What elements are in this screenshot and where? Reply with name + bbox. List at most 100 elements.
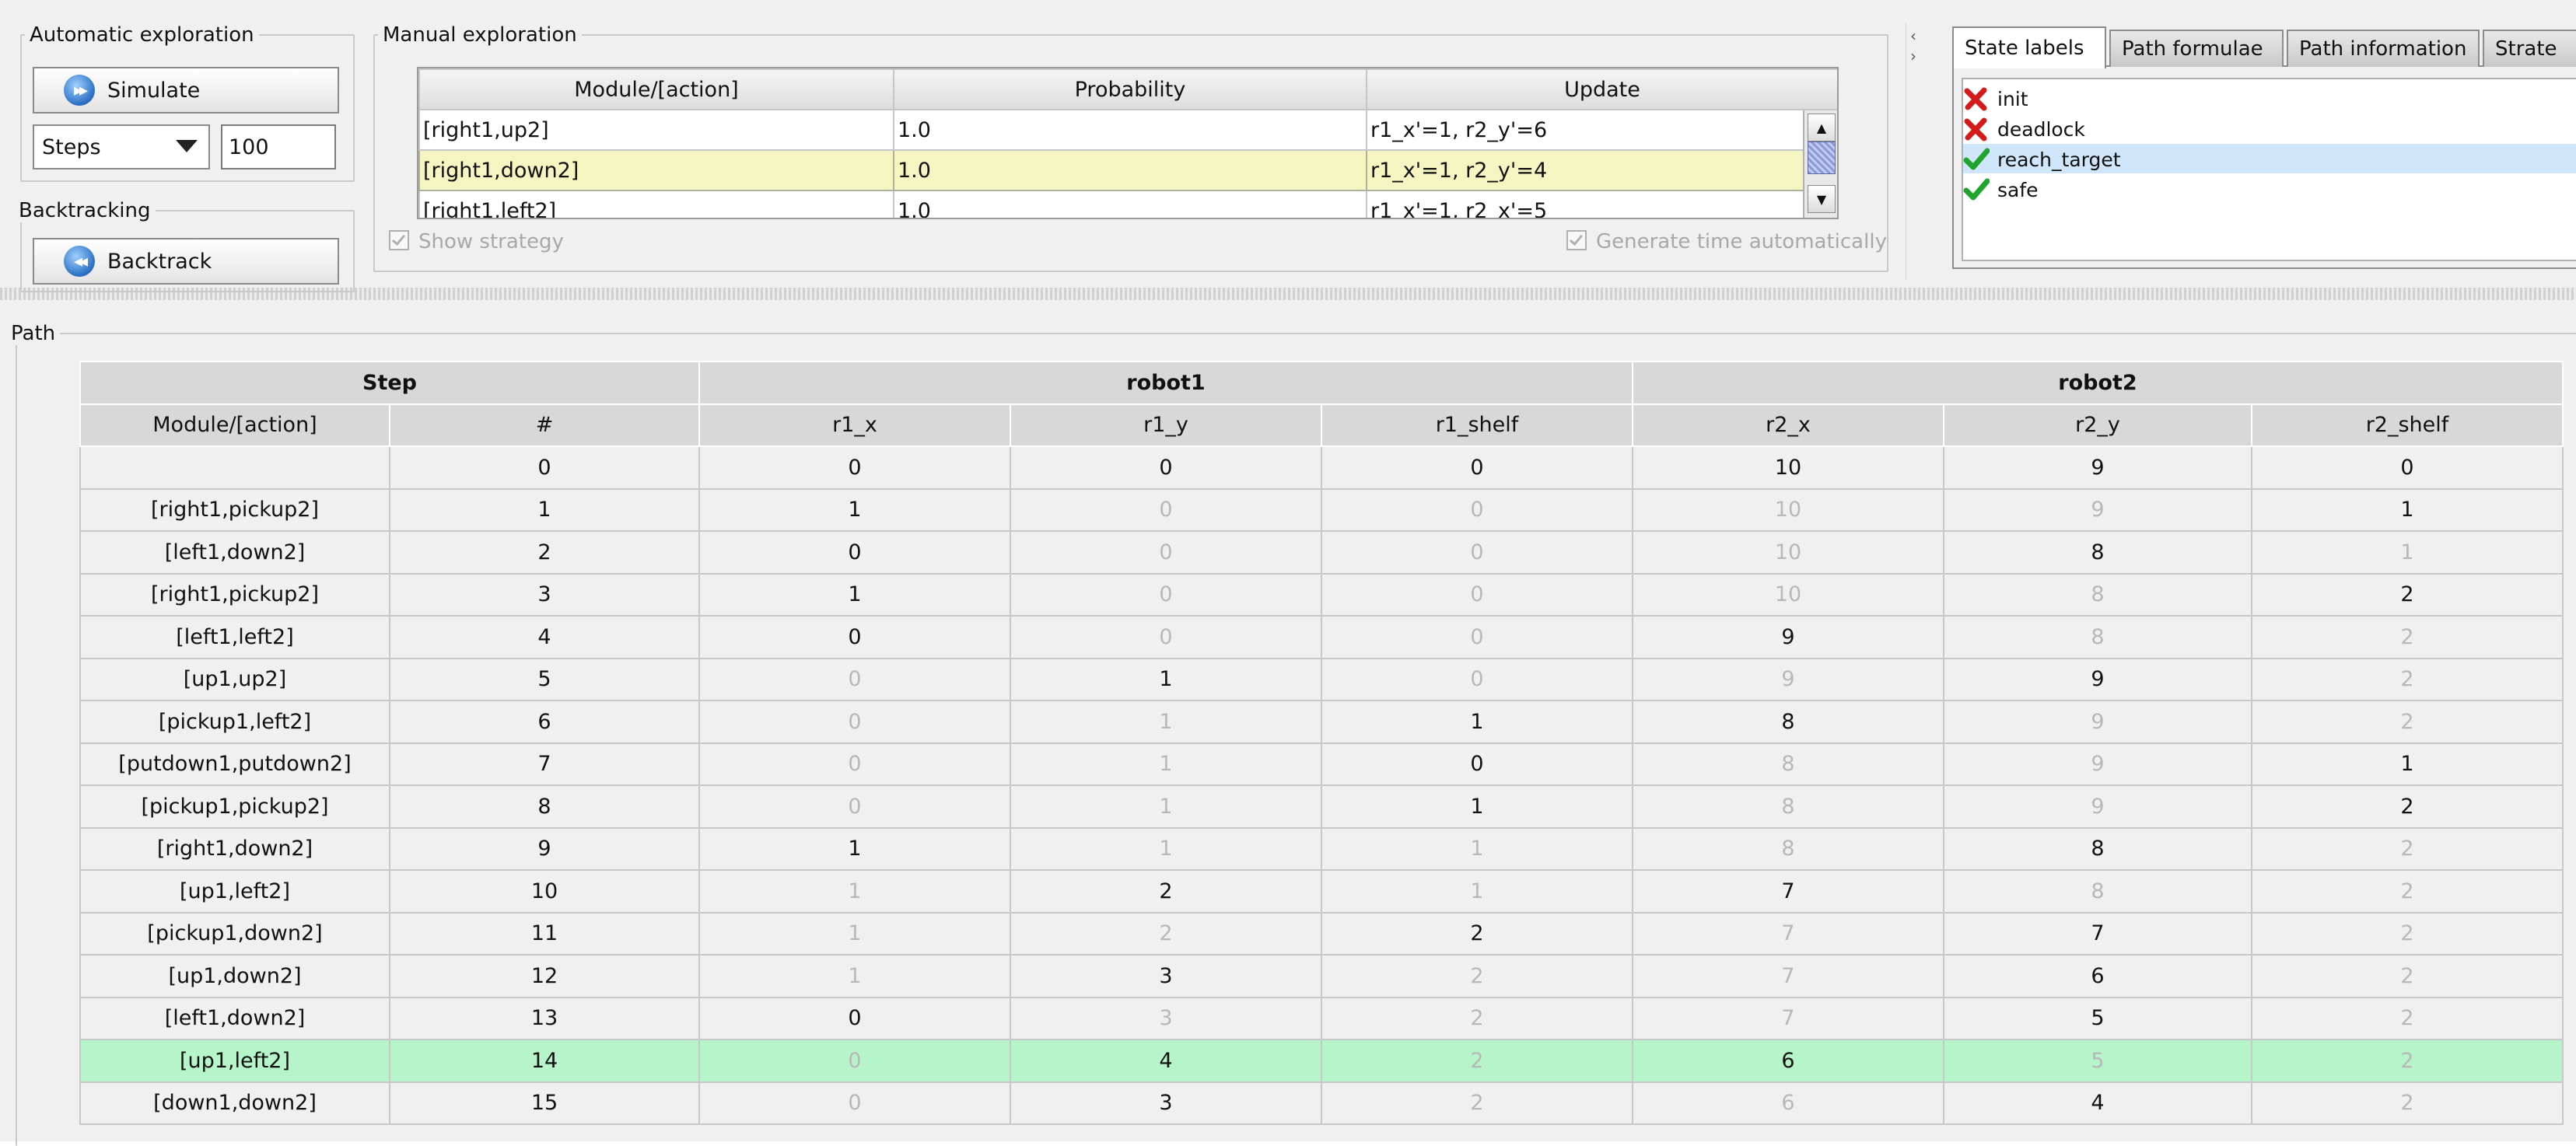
cell-r2-y[interactable]: 8 xyxy=(1943,615,2252,659)
scrollbar-thumb[interactable] xyxy=(1808,142,1836,174)
cell-r1-y[interactable]: 0 xyxy=(1010,530,1322,575)
cell-step-number[interactable]: 7 xyxy=(389,742,700,786)
column-header-r2-x[interactable]: r2_x xyxy=(1632,403,1944,447)
cell-step-number[interactable]: 13 xyxy=(389,996,700,1040)
cell-r2-x[interactable]: 9 xyxy=(1632,615,1944,659)
cell-r1-shelf[interactable]: 1 xyxy=(1321,784,1633,829)
cell-r1-shelf[interactable]: 2 xyxy=(1321,996,1633,1040)
cell-action[interactable]: [putdown1,putdown2] xyxy=(79,742,390,786)
table-row[interactable]: [down1,down2] 15 0 3 2 6 4 2 xyxy=(79,1081,2564,1125)
tab-path-information[interactable]: Path information xyxy=(2287,30,2480,67)
transitions-col-action[interactable]: Module/[action] xyxy=(418,68,894,110)
cell-r1-shelf[interactable]: 0 xyxy=(1321,445,1633,490)
transition-probability[interactable]: 1.0 xyxy=(893,190,1367,218)
cell-r1-shelf[interactable]: 1 xyxy=(1321,700,1633,744)
table-row[interactable]: [pickup1,pickup2] 8 0 1 1 8 9 2 xyxy=(79,784,2564,829)
cell-r1-y[interactable]: 0 xyxy=(1010,445,1322,490)
cell-r2-x[interactable]: 7 xyxy=(1632,869,1944,914)
cell-r1-x[interactable]: 0 xyxy=(698,615,1011,659)
backtrack-button[interactable]: ◂◂ Backtrack xyxy=(33,238,339,285)
table-row[interactable]: [up1,down2] 12 1 3 2 7 6 2 xyxy=(79,954,2564,998)
cell-r1-y[interactable]: 0 xyxy=(1010,487,1322,532)
simulate-button[interactable]: ▸▸ Simulate xyxy=(33,67,339,114)
cell-r2-shelf[interactable]: 2 xyxy=(2251,869,2564,914)
cell-r2-x[interactable]: 6 xyxy=(1632,1039,1944,1083)
cell-r2-y[interactable]: 8 xyxy=(1943,530,2252,575)
state-label-item-selected[interactable]: reach_target xyxy=(1963,145,2121,174)
cell-r1-shelf[interactable]: 2 xyxy=(1321,911,1633,956)
transition-probability[interactable]: 1.0 xyxy=(893,149,1367,191)
scroll-down-arrow-icon[interactable]: ▼ xyxy=(1808,185,1836,213)
cell-action[interactable]: [up1,up2] xyxy=(79,657,390,701)
cell-step-number[interactable]: 10 xyxy=(389,869,700,914)
cell-r1-y[interactable]: 2 xyxy=(1010,869,1322,914)
cell-step-number[interactable]: 12 xyxy=(389,954,700,998)
cell-action[interactable]: [down1,down2] xyxy=(79,1081,390,1125)
table-row-highlighted[interactable]: [up1,left2] 14 0 4 2 6 5 2 xyxy=(79,1039,2564,1083)
tab-strategy[interactable]: Strate xyxy=(2483,30,2576,67)
cell-r2-y[interactable]: 8 xyxy=(1943,869,2252,914)
table-row[interactable]: [putdown1,putdown2] 7 0 1 0 8 9 1 xyxy=(79,742,2564,786)
cell-r1-y[interactable]: 1 xyxy=(1010,657,1322,701)
splitter-bar[interactable] xyxy=(0,288,2576,300)
cell-r1-y[interactable]: 1 xyxy=(1010,784,1322,829)
cell-step-number[interactable]: 9 xyxy=(389,826,700,871)
cell-r2-y[interactable]: 8 xyxy=(1943,826,2252,871)
transitions-scrollbar[interactable]: ▲ ▼ xyxy=(1803,110,1837,218)
cell-action[interactable]: [right1,pickup2] xyxy=(79,487,390,532)
cell-r1-shelf[interactable]: 0 xyxy=(1321,487,1633,532)
cell-r2-shelf[interactable]: 2 xyxy=(2251,826,2564,871)
transitions-col-probability[interactable]: Probability xyxy=(893,68,1367,110)
cell-r1-y[interactable]: 2 xyxy=(1010,911,1322,956)
transition-action[interactable]: [right1,down2] xyxy=(418,149,894,191)
cell-r1-y[interactable]: 1 xyxy=(1010,700,1322,744)
column-header-action[interactable]: Module/[action] xyxy=(79,403,390,447)
cell-action[interactable]: [up1,down2] xyxy=(79,954,390,998)
cell-r2-y[interactable]: 4 xyxy=(1943,1081,2252,1125)
cell-r1-x[interactable]: 0 xyxy=(698,742,1011,786)
cell-r2-shelf[interactable]: 1 xyxy=(2251,530,2564,575)
state-label-item[interactable]: init xyxy=(1963,84,2028,114)
state-label-item[interactable]: deadlock xyxy=(1963,114,2085,144)
group-header-robot2[interactable]: robot2 xyxy=(1632,361,2564,405)
group-header-robot1[interactable]: robot1 xyxy=(698,361,1633,405)
cell-r1-shelf[interactable]: 0 xyxy=(1321,615,1633,659)
cell-r1-x[interactable]: 0 xyxy=(698,445,1011,490)
cell-r2-shelf[interactable]: 1 xyxy=(2251,742,2564,786)
cell-r2-shelf[interactable]: 2 xyxy=(2251,615,2564,659)
cell-step-number[interactable]: 15 xyxy=(389,1081,700,1125)
transition-row-selected[interactable]: [right1,down2] 1.0 r1_x'=1, r2_y'=4 xyxy=(418,149,1837,191)
cell-r2-x[interactable]: 10 xyxy=(1632,530,1944,575)
cell-r2-shelf[interactable]: 2 xyxy=(2251,700,2564,744)
generate-time-checkbox[interactable]: Generate time automatically xyxy=(1566,230,1887,253)
cell-r2-x[interactable]: 7 xyxy=(1632,996,1944,1040)
cell-r2-x[interactable]: 8 xyxy=(1632,700,1944,744)
cell-r2-x[interactable]: 8 xyxy=(1632,784,1944,829)
cell-r2-x[interactable]: 10 xyxy=(1632,445,1944,490)
cell-r1-x[interactable]: 1 xyxy=(698,826,1011,871)
table-row[interactable]: [up1,left2] 10 1 2 1 7 8 2 xyxy=(79,869,2564,914)
cell-r1-x[interactable]: 0 xyxy=(698,1039,1011,1083)
transition-action[interactable]: [right1,up2] xyxy=(418,109,894,151)
cell-step-number[interactable]: 6 xyxy=(389,700,700,744)
cell-action[interactable]: [left1,down2] xyxy=(79,530,390,575)
state-label-item[interactable]: safe xyxy=(1963,175,2039,204)
transition-action[interactable]: [right1,left2] xyxy=(418,190,894,218)
scroll-up-arrow-icon[interactable]: ▲ xyxy=(1808,114,1836,142)
table-row[interactable]: [right1,down2] 9 1 1 1 8 8 2 xyxy=(79,826,2564,871)
cell-r2-shelf[interactable]: 2 xyxy=(2251,911,2564,956)
group-header-step[interactable]: Step xyxy=(79,361,700,405)
cell-r1-shelf[interactable]: 0 xyxy=(1321,572,1633,617)
cell-r1-x[interactable]: 0 xyxy=(698,530,1011,575)
cell-r1-shelf[interactable]: 0 xyxy=(1321,530,1633,575)
splitter-arrow-right-icon[interactable]: › xyxy=(1910,47,1916,65)
cell-r2-y[interactable]: 9 xyxy=(1943,487,2252,532)
table-row[interactable]: [left1,left2] 4 0 0 0 9 8 2 xyxy=(79,615,2564,659)
cell-r2-shelf[interactable]: 2 xyxy=(2251,1039,2564,1083)
cell-r1-y[interactable]: 1 xyxy=(1010,742,1322,786)
transition-row[interactable]: [right1,left2] 1.0 r1_x'=1, r2_x'=5 xyxy=(418,190,1837,218)
cell-action[interactable] xyxy=(79,445,390,490)
table-row[interactable]: [right1,pickup2] 1 1 0 0 10 9 1 xyxy=(79,487,2564,532)
steps-input[interactable]: 100 xyxy=(221,124,336,169)
cell-step-number[interactable]: 14 xyxy=(389,1039,700,1083)
